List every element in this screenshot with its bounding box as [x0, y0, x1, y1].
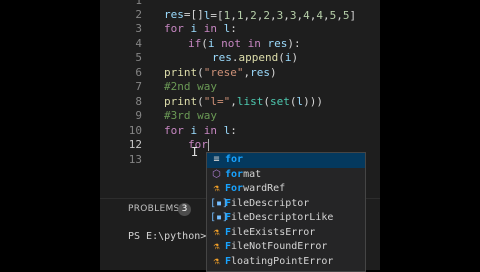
line-number: 7	[135, 80, 142, 93]
text-cursor-icon: I	[191, 145, 199, 159]
code-line-7[interactable]: #2nd way	[164, 79, 217, 94]
line-number-active: 12	[128, 138, 142, 151]
suggestion-forwardref[interactable]: ⚗ ForwardRef	[207, 182, 365, 197]
line-number: 5	[135, 51, 142, 64]
class-icon: ⚗	[213, 241, 220, 252]
line-number-gutter: 1 2 3 4 5 6 7 8 9 10 12 13	[100, 0, 148, 190]
code-line-2[interactable]: res=[]	[164, 7, 204, 22]
variable-icon: [▪]	[210, 197, 229, 209]
code-line-9[interactable]: #3rd way	[164, 108, 217, 123]
suggestion-filedescriptorlike[interactable]: [▪] FileDescriptorLike	[207, 211, 365, 226]
code-line-6[interactable]: print("rese",res)	[164, 65, 277, 80]
class-icon: ⚗	[213, 226, 220, 238]
code-line-5[interactable]: res.append(i)	[212, 50, 298, 65]
class-icon: ⚗	[213, 183, 220, 194]
line-number: 8	[135, 95, 142, 108]
function-icon: ⬡	[212, 168, 221, 180]
code-line-4[interactable]: if(i not in res):	[188, 36, 301, 51]
class-icon: ⚗	[213, 255, 220, 267]
keyword-icon: ≡	[213, 154, 220, 165]
line-number: 3	[135, 22, 142, 35]
line-number: 2	[135, 8, 142, 21]
problems-count-badge: 3	[178, 203, 191, 216]
terminal-prompt[interactable]: PS E:\python>	[128, 231, 206, 242]
line-number: 10	[128, 124, 142, 137]
suggestion-filenotfounderror[interactable]: ⚗ FileNotFoundError	[207, 240, 365, 255]
line-number: 13	[128, 153, 142, 166]
code-line-3[interactable]: for i in l:	[164, 21, 237, 36]
suggestion-filedescriptor[interactable]: [▪] FileDescriptor	[207, 197, 365, 212]
code-line-8[interactable]: print("l=",list(set(l)))	[164, 94, 323, 109]
line-number: 6	[135, 66, 142, 79]
suggestion-fileexistserror[interactable]: ⚗ FileExistsError	[207, 226, 365, 241]
line-number: 4	[135, 37, 142, 50]
line-number: 9	[135, 109, 142, 122]
tab-problems[interactable]: PROBLEMS	[128, 204, 180, 214]
suggestion-floatingpointerror[interactable]: ⚗ FloatingPointError	[207, 255, 365, 270]
code-line-10[interactable]: for i in l:	[164, 123, 237, 138]
variable-icon: [▪]	[210, 212, 229, 223]
autocomplete-suggestions[interactable]: ≡ for ⬡ format ⚗ ForwardRef [▪] FileDesc…	[206, 152, 366, 272]
suggestion-format[interactable]: ⬡ format	[207, 168, 365, 183]
suggestion-for[interactable]: ≡ for	[207, 153, 365, 168]
